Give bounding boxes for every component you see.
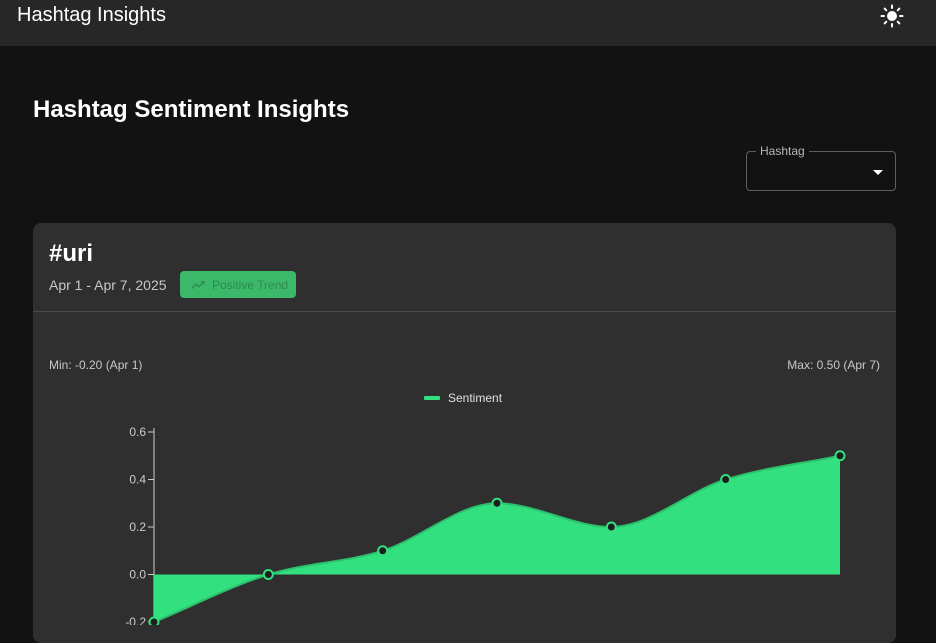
app-bar: Hashtag Insights [0,0,936,46]
hashtag-select-label: Hashtag [756,144,809,158]
caret-down-icon [873,170,883,175]
trending-up-icon [191,280,205,289]
trend-label: Positive Trend [212,277,289,292]
hashtag-title: #uri [49,240,94,267]
theme-toggle-button[interactable] [874,0,910,32]
insight-card: #uri Apr 1 - Apr 7, 2025 Positive Trend … [33,223,896,643]
hashtag-select[interactable]: Hashtag [746,144,896,191]
page-title: Hashtag Sentiment Insights [33,96,350,123]
trend-badge: Positive Trend [180,271,297,298]
app-title: Hashtag Insights [17,4,166,26]
date-range: Apr 1 - Apr 7, 2025 [49,277,167,293]
min-stat: Min: -0.20 (Apr 1) [49,358,143,372]
card-divider [33,311,896,312]
sun-icon [880,4,904,28]
max-stat: Max: 0.50 (Apr 7) [787,358,880,372]
